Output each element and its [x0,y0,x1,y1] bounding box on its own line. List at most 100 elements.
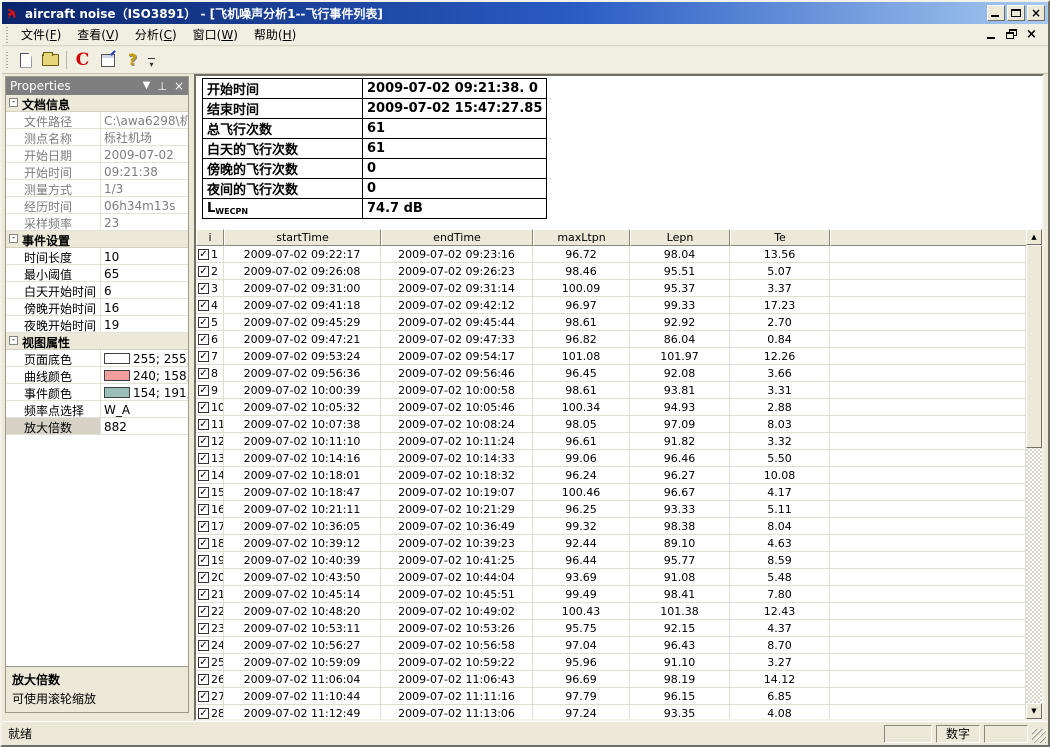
row-checkbox[interactable]: ✓ [198,521,209,532]
table-row[interactable]: ✓262009-07-02 11:06:042009-07-02 11:06:4… [196,671,1026,688]
help-button[interactable]: ? [120,49,145,72]
row-checkbox[interactable]: ✓ [198,470,209,481]
scroll-down-icon[interactable]: ▼ [1026,703,1042,719]
resize-grip[interactable] [1032,729,1046,743]
toolbar-overflow-button[interactable]: ▾ [145,49,158,71]
row-checkbox[interactable]: ✓ [198,555,209,566]
property-value[interactable]: W_A [101,401,188,417]
table-row[interactable]: ✓42009-07-02 09:41:182009-07-02 09:42:12… [196,297,1026,314]
menu-item-F[interactable]: 文件(F) [13,23,69,46]
table-row[interactable]: ✓172009-07-02 10:36:052009-07-02 10:36:4… [196,518,1026,535]
row-checkbox[interactable]: ✓ [198,708,209,719]
menu-item-H[interactable]: 帮助(H) [246,23,304,46]
calibrate-button[interactable]: C [70,49,95,72]
row-checkbox[interactable]: ✓ [198,589,209,600]
row-checkbox[interactable]: ✓ [198,572,209,583]
collapse-icon[interactable]: - [9,234,18,243]
table-row[interactable]: ✓212009-07-02 10:45:142009-07-02 10:45:5… [196,586,1026,603]
close-button[interactable]: × [1027,5,1045,21]
column-header-maxLtpn[interactable]: maxLtpn [533,229,630,246]
table-row[interactable]: ✓32009-07-02 09:31:002009-07-02 09:31:14… [196,280,1026,297]
column-header-Lepn[interactable]: Lepn [630,229,730,246]
table-row[interactable]: ✓182009-07-02 10:39:122009-07-02 10:39:2… [196,535,1026,552]
row-checkbox[interactable]: ✓ [198,266,209,277]
mdi-close-icon[interactable]: × [1026,29,1038,40]
table-row[interactable]: ✓162009-07-02 10:21:112009-07-02 10:21:2… [196,501,1026,518]
maximize-button[interactable] [1007,5,1025,21]
property-value[interactable]: 255; 255; 25 [101,350,188,366]
table-row[interactable]: ✓122009-07-02 10:11:102009-07-02 10:11:2… [196,433,1026,450]
row-checkbox[interactable]: ✓ [198,385,209,396]
row-checkbox[interactable]: ✓ [198,487,209,498]
color-swatch[interactable] [104,353,130,364]
row-checkbox[interactable]: ✓ [198,674,209,685]
property-value[interactable]: 65 [101,265,188,281]
menu-item-C[interactable]: 分析(C) [127,23,185,46]
panel-close-icon[interactable]: × [174,80,184,92]
pin-icon[interactable]: ⊥ [157,81,167,92]
property-value[interactable]: 6 [101,282,188,298]
table-row[interactable]: ✓252009-07-02 10:59:092009-07-02 10:59:2… [196,654,1026,671]
row-checkbox[interactable]: ✓ [198,283,209,294]
column-header-i[interactable]: i [196,229,224,246]
row-checkbox[interactable]: ✓ [198,623,209,634]
row-checkbox[interactable]: ✓ [198,368,209,379]
table-row[interactable]: ✓52009-07-02 09:45:292009-07-02 09:45:44… [196,314,1026,331]
table-row[interactable]: ✓62009-07-02 09:47:212009-07-02 09:47:33… [196,331,1026,348]
vertical-scrollbar[interactable]: ▲ ▼ [1026,229,1042,719]
table-row[interactable]: ✓112009-07-02 10:07:382009-07-02 10:08:2… [196,416,1026,433]
toolbar-grip[interactable] [5,52,10,68]
row-checkbox[interactable]: ✓ [198,504,209,515]
row-checkbox[interactable]: ✓ [198,317,209,328]
collapse-icon[interactable]: - [9,336,18,345]
property-category[interactable]: -事件设置 [6,231,188,248]
column-header-startTime[interactable]: startTime [224,229,381,246]
row-checkbox[interactable]: ✓ [198,334,209,345]
property-value[interactable]: 19 [101,316,188,332]
property-value[interactable]: 16 [101,299,188,315]
color-swatch[interactable] [104,370,130,381]
collapse-icon[interactable]: - [9,98,18,107]
property-value[interactable]: 240; 158; 15 [101,367,188,383]
row-checkbox[interactable]: ✓ [198,606,209,617]
column-header-Te[interactable]: Te [730,229,830,246]
property-value[interactable]: 10 [101,248,188,264]
row-checkbox[interactable]: ✓ [198,691,209,702]
table-row[interactable]: ✓232009-07-02 10:53:112009-07-02 10:53:2… [196,620,1026,637]
table-row[interactable]: ✓222009-07-02 10:48:202009-07-02 10:49:0… [196,603,1026,620]
mdi-minimize-icon[interactable] [986,29,998,40]
scrollbar-thumb[interactable] [1026,245,1042,448]
table-row[interactable]: ✓12009-07-02 09:22:172009-07-02 09:23:16… [196,246,1026,263]
row-checkbox[interactable]: ✓ [198,419,209,430]
table-row[interactable]: ✓152009-07-02 10:18:472009-07-02 10:19:0… [196,484,1026,501]
property-value[interactable]: 882 [101,418,188,434]
minimize-button[interactable] [987,5,1005,21]
row-checkbox[interactable]: ✓ [198,538,209,549]
property-category[interactable]: -文档信息 [6,95,188,112]
row-checkbox[interactable]: ✓ [198,249,209,260]
mdi-restore-icon[interactable] [1006,29,1018,40]
table-row[interactable]: ✓282009-07-02 11:12:492009-07-02 11:13:0… [196,705,1026,719]
table-row[interactable]: ✓72009-07-02 09:53:242009-07-02 09:54:17… [196,348,1026,365]
table-row[interactable]: ✓82009-07-02 09:56:362009-07-02 09:56:46… [196,365,1026,382]
new-document-button[interactable] [13,49,38,72]
column-header-endTime[interactable]: endTime [381,229,533,246]
row-checkbox[interactable]: ✓ [198,453,209,464]
table-row[interactable]: ✓272009-07-02 11:10:442009-07-02 11:11:1… [196,688,1026,705]
open-file-button[interactable] [38,49,63,72]
table-row[interactable]: ✓92009-07-02 10:00:392009-07-02 10:00:58… [196,382,1026,399]
row-checkbox[interactable]: ✓ [198,657,209,668]
color-swatch[interactable] [104,387,130,398]
chevron-down-icon[interactable]: ▼ [143,81,151,91]
property-value[interactable]: 154; 191; 18 [101,384,188,400]
row-checkbox[interactable]: ✓ [198,300,209,311]
table-row[interactable]: ✓22009-07-02 09:26:082009-07-02 09:26:23… [196,263,1026,280]
row-checkbox[interactable]: ✓ [198,402,209,413]
menu-item-V[interactable]: 查看(V) [69,23,127,46]
table-row[interactable]: ✓102009-07-02 10:05:322009-07-02 10:05:4… [196,399,1026,416]
row-checkbox[interactable]: ✓ [198,436,209,447]
table-row[interactable]: ✓242009-07-02 10:56:272009-07-02 10:56:5… [196,637,1026,654]
table-row[interactable]: ✓142009-07-02 10:18:012009-07-02 10:18:3… [196,467,1026,484]
scroll-up-icon[interactable]: ▲ [1026,229,1042,245]
menu-item-W[interactable]: 窗口(W) [185,23,246,46]
